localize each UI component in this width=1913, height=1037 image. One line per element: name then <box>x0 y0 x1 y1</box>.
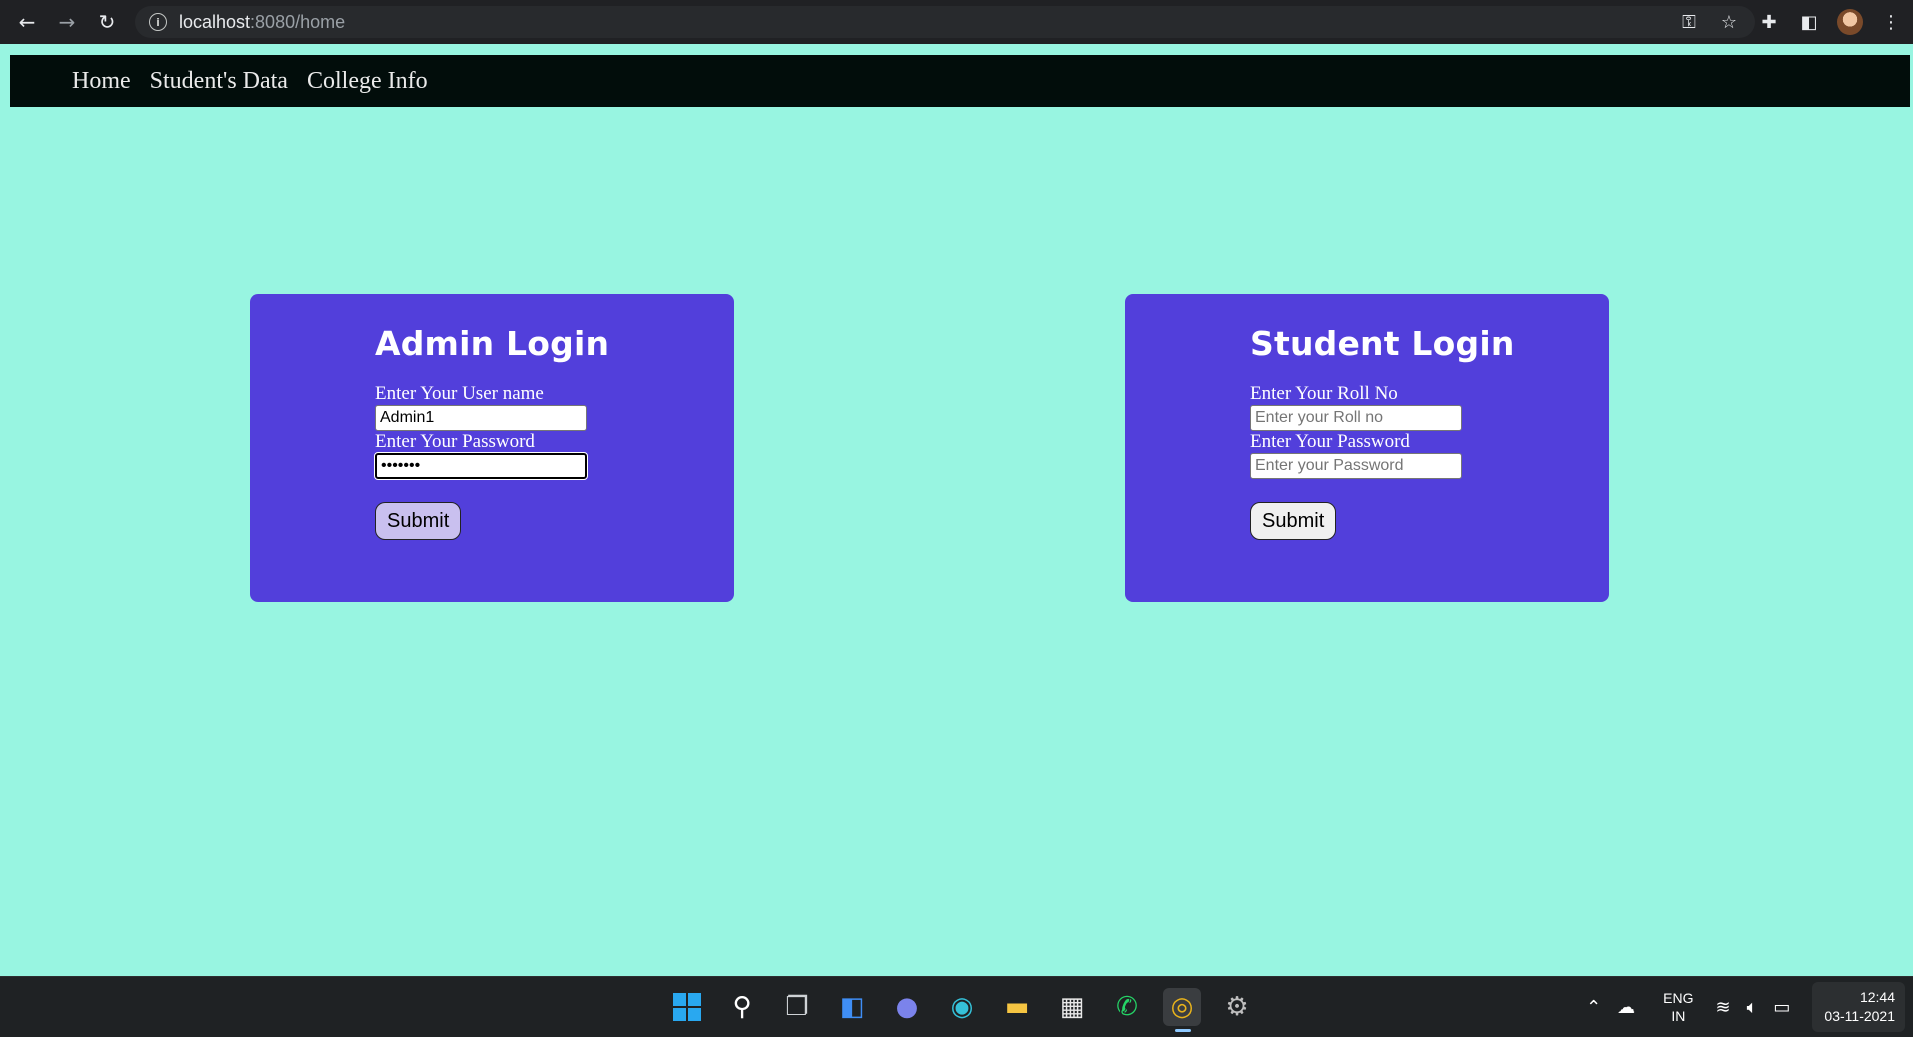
clock-date: 03-11-2021 <box>1824 1008 1895 1024</box>
student-submit-button[interactable]: Submit <box>1250 502 1337 540</box>
student-rollno-label: Enter Your Roll No <box>1250 383 1398 404</box>
cloud-icon[interactable]: ☁ <box>1617 997 1635 1018</box>
extensions-puzzle-icon[interactable]: ✚ <box>1757 12 1781 33</box>
whatsapp-icon[interactable]: ✆ <box>1108 988 1146 1026</box>
bookmark-star-icon[interactable]: ☆ <box>1717 12 1741 33</box>
student-rollno-input[interactable] <box>1250 405 1462 431</box>
back-arrow-icon[interactable]: ← <box>14 9 40 35</box>
language-secondary: IN <box>1671 1008 1686 1024</box>
chevron-up-icon[interactable]: ⌃ <box>1586 997 1601 1018</box>
clock-time: 12:44 <box>1859 989 1895 1005</box>
admin-username-label: Enter Your User name <box>375 383 544 404</box>
url-path: :8080/home <box>250 11 346 32</box>
settings-gear-icon[interactable]: ⚙ <box>1218 988 1256 1026</box>
os-taskbar: ⚲ ❐ ◧ ● ◉ ▬ ▦ ✆ ◎ ⚙ ⌃ ☁ ENG IN ≋ 🔈︎ ▭ 12… <box>0 976 1913 1037</box>
file-explorer-icon[interactable]: ▬ <box>998 988 1036 1026</box>
profile-avatar[interactable] <box>1837 9 1863 35</box>
wifi-icon[interactable]: ≋ <box>1716 997 1731 1018</box>
admin-login-title: Admin Login <box>375 324 610 363</box>
side-panel-icon[interactable]: ◧ <box>1797 12 1821 33</box>
reload-icon[interactable]: ↻ <box>94 9 120 35</box>
key-icon[interactable]: ⚿ <box>1677 12 1701 33</box>
language-primary: ENG <box>1663 990 1694 1006</box>
search-icon[interactable]: ⚲ <box>723 988 761 1026</box>
widgets-icon[interactable]: ◧ <box>833 988 871 1026</box>
top-navigation: Home Student's Data College Info <box>10 55 1910 107</box>
nav-item-students-data[interactable]: Student's Data <box>150 68 288 95</box>
teams-chat-icon[interactable]: ● <box>888 988 926 1026</box>
nav-item-college-info[interactable]: College Info <box>307 68 428 95</box>
admin-username-input[interactable] <box>375 405 587 431</box>
edge-browser-icon[interactable]: ◉ <box>943 988 981 1026</box>
task-view-icon[interactable]: ❐ <box>778 988 816 1026</box>
forward-arrow-icon[interactable]: → <box>54 9 80 35</box>
taskbar-apps: ⚲ ❐ ◧ ● ◉ ▬ ▦ ✆ ◎ ⚙ <box>668 977 1256 1037</box>
microsoft-store-icon[interactable]: ▦ <box>1053 988 1091 1026</box>
student-login-card: Student Login Enter Your Roll No Enter Y… <box>1125 294 1609 602</box>
admin-login-card: Admin Login Enter Your User name Enter Y… <box>250 294 734 602</box>
student-password-label: Enter Your Password <box>1250 431 1410 452</box>
battery-icon[interactable]: ▭ <box>1773 997 1790 1018</box>
browser-toolbar: ← → ↻ i localhost:8080/home ⚿ ☆ ✚ ◧ ⋮ <box>0 0 1913 44</box>
admin-password-label: Enter Your Password <box>375 431 535 452</box>
admin-submit-button[interactable]: Submit <box>375 502 462 540</box>
browser-actions: ⚿ ☆ ✚ ◧ ⋮ <box>1677 0 1903 44</box>
student-login-title: Student Login <box>1250 324 1515 363</box>
chrome-browser-icon[interactable]: ◎ <box>1163 988 1201 1032</box>
url-host: localhost <box>179 11 251 32</box>
system-tray: ⌃ ☁ ENG IN ≋ 🔈︎ ▭ 12:44 03-11-2021 <box>1578 977 1913 1037</box>
menu-kebab-icon[interactable]: ⋮ <box>1879 12 1903 33</box>
admin-password-input[interactable] <box>374 452 588 480</box>
address-bar[interactable]: i localhost:8080/home <box>135 6 1755 38</box>
nav-item-home[interactable]: Home <box>72 68 131 95</box>
start-windows-icon[interactable] <box>668 988 706 1026</box>
site-info-icon[interactable]: i <box>149 13 167 31</box>
clock[interactable]: 12:44 03-11-2021 <box>1812 982 1905 1032</box>
volume-icon[interactable]: 🔈︎ <box>1747 997 1758 1018</box>
language-indicator[interactable]: ENG IN <box>1663 989 1693 1025</box>
student-password-input[interactable] <box>1250 453 1462 479</box>
